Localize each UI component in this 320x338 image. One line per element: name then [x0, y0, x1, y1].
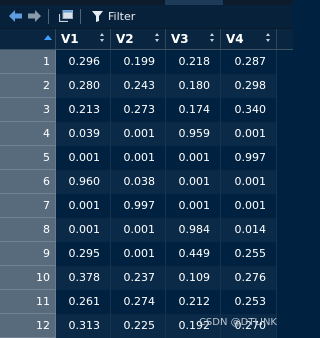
- table-cell[interactable]: 0.274: [111, 290, 166, 314]
- table-cell[interactable]: 0.340: [221, 98, 277, 122]
- table-cell[interactable]: 0.001: [111, 146, 166, 170]
- table-cell[interactable]: 0.295: [56, 242, 111, 266]
- table-cell[interactable]: 0.273: [111, 98, 166, 122]
- table-cell[interactable]: 0.109: [166, 266, 221, 290]
- table-cell[interactable]: 0.001: [111, 122, 166, 146]
- row-number: 3: [0, 98, 56, 122]
- column-header-v2[interactable]: V2: [111, 29, 166, 49]
- toolbar-separator: [48, 9, 49, 24]
- row-number: 5: [0, 146, 56, 170]
- data-grid: V1 V2 V3 V4 1 0.296 0.199 0.218 0.287 2 0.280 0…: [0, 29, 293, 338]
- toolbar-separator: [80, 9, 81, 24]
- table-cell[interactable]: 0.039: [56, 122, 111, 146]
- table-cell[interactable]: 0.984: [166, 218, 221, 242]
- filter-funnel-icon: [91, 7, 103, 26]
- row-number: 7: [0, 194, 56, 218]
- new-window-icon: [58, 7, 73, 26]
- table-cell[interactable]: 0.298: [221, 74, 277, 98]
- row-index-header[interactable]: [0, 29, 56, 49]
- row-number: 2: [0, 74, 56, 98]
- back-button[interactable]: [9, 9, 23, 24]
- table-cell[interactable]: 0.001: [166, 170, 221, 194]
- filter-label[interactable]: Filter: [108, 9, 135, 24]
- table-cell[interactable]: 0.280: [56, 74, 111, 98]
- row-number: 10: [0, 266, 56, 290]
- table-row[interactable]: 5 0.001 0.001 0.001 0.997: [0, 146, 293, 170]
- table-cell[interactable]: 0.287: [221, 50, 277, 74]
- table-cell[interactable]: 0.001: [111, 218, 166, 242]
- toolbar: Filter: [0, 5, 293, 29]
- table-cell[interactable]: 0.237: [111, 266, 166, 290]
- column-header-v4[interactable]: V4: [221, 29, 277, 49]
- table-cell[interactable]: 0.225: [111, 314, 166, 338]
- show-in-new-window-button[interactable]: [58, 9, 74, 24]
- table-cell[interactable]: 0.243: [111, 74, 166, 98]
- table-cell[interactable]: 0.174: [166, 98, 221, 122]
- row-number: 8: [0, 218, 56, 242]
- table-cell[interactable]: 0.001: [56, 194, 111, 218]
- table-cell[interactable]: 0.959: [166, 122, 221, 146]
- table-cell[interactable]: 0.997: [221, 146, 277, 170]
- table-cell[interactable]: 0.213: [56, 98, 111, 122]
- table-row[interactable]: 4 0.039 0.001 0.959 0.001: [0, 122, 293, 146]
- sort-ascending-icon: [44, 35, 52, 40]
- sort-toggle-icon[interactable]: [210, 33, 215, 43]
- table-row[interactable]: 8 0.001 0.001 0.984 0.014: [0, 218, 293, 242]
- table-cell[interactable]: 0.001: [111, 242, 166, 266]
- sort-toggle-icon[interactable]: [266, 33, 271, 43]
- table-cell[interactable]: 0.218: [166, 50, 221, 74]
- back-arrow-icon: [9, 7, 23, 26]
- sort-toggle-icon[interactable]: [100, 33, 105, 43]
- column-name: V3: [171, 32, 189, 46]
- table-cell[interactable]: 0.997: [111, 194, 166, 218]
- watermark: CSDN @DTLINK: [198, 317, 277, 328]
- table-cell[interactable]: 0.001: [56, 218, 111, 242]
- row-number: 1: [0, 50, 56, 74]
- column-header-v1[interactable]: V1: [56, 29, 111, 49]
- table-cell[interactable]: 0.001: [166, 146, 221, 170]
- table-cell[interactable]: 0.378: [56, 266, 111, 290]
- row-number: 12: [0, 314, 56, 338]
- forward-button[interactable]: [27, 9, 41, 24]
- table-row[interactable]: 2 0.280 0.243 0.180 0.298: [0, 74, 293, 98]
- table-cell[interactable]: 0.038: [111, 170, 166, 194]
- column-name: V2: [116, 32, 134, 46]
- table-cell[interactable]: 0.001: [221, 194, 277, 218]
- table-cell[interactable]: 0.255: [221, 242, 277, 266]
- column-name: V1: [61, 32, 79, 46]
- table-row[interactable]: 11 0.261 0.274 0.212 0.253: [0, 290, 293, 314]
- table-cell[interactable]: 0.001: [56, 146, 111, 170]
- table-row[interactable]: 10 0.378 0.237 0.109 0.276: [0, 266, 293, 290]
- table-cell[interactable]: 0.449: [166, 242, 221, 266]
- table-cell[interactable]: 0.960: [56, 170, 111, 194]
- table-cell[interactable]: 0.199: [111, 50, 166, 74]
- filter-button[interactable]: [91, 9, 103, 24]
- table-row[interactable]: 3 0.213 0.273 0.174 0.340: [0, 98, 293, 122]
- row-number: 4: [0, 122, 56, 146]
- table-cell[interactable]: 0.001: [221, 122, 277, 146]
- sort-toggle-icon[interactable]: [155, 33, 160, 43]
- row-number: 9: [0, 242, 56, 266]
- row-number: 11: [0, 290, 56, 314]
- table-cell[interactable]: 0.001: [166, 194, 221, 218]
- column-header-row: V1 V2 V3 V4: [0, 29, 293, 50]
- table-cell[interactable]: 0.212: [166, 290, 221, 314]
- table-body: 1 0.296 0.199 0.218 0.287 2 0.280 0.243 0.180 0.2…: [0, 50, 293, 338]
- table-cell[interactable]: 0.001: [221, 170, 277, 194]
- table-cell[interactable]: 0.296: [56, 50, 111, 74]
- table-cell[interactable]: 0.261: [56, 290, 111, 314]
- table-cell[interactable]: 0.253: [221, 290, 277, 314]
- row-number: 6: [0, 170, 56, 194]
- table-row[interactable]: 1 0.296 0.199 0.218 0.287: [0, 50, 293, 74]
- table-row[interactable]: 7 0.001 0.997 0.001 0.001: [0, 194, 293, 218]
- table-cell[interactable]: 0.180: [166, 74, 221, 98]
- forward-arrow-icon: [27, 7, 41, 26]
- table-row[interactable]: 6 0.960 0.038 0.001 0.001: [0, 170, 293, 194]
- table-cell[interactable]: 0.313: [56, 314, 111, 338]
- table-cell[interactable]: 0.276: [221, 266, 277, 290]
- table-row[interactable]: 9 0.295 0.001 0.449 0.255: [0, 242, 293, 266]
- column-header-v3[interactable]: V3: [166, 29, 221, 49]
- table-cell[interactable]: 0.014: [221, 218, 277, 242]
- column-name: V4: [226, 32, 244, 46]
